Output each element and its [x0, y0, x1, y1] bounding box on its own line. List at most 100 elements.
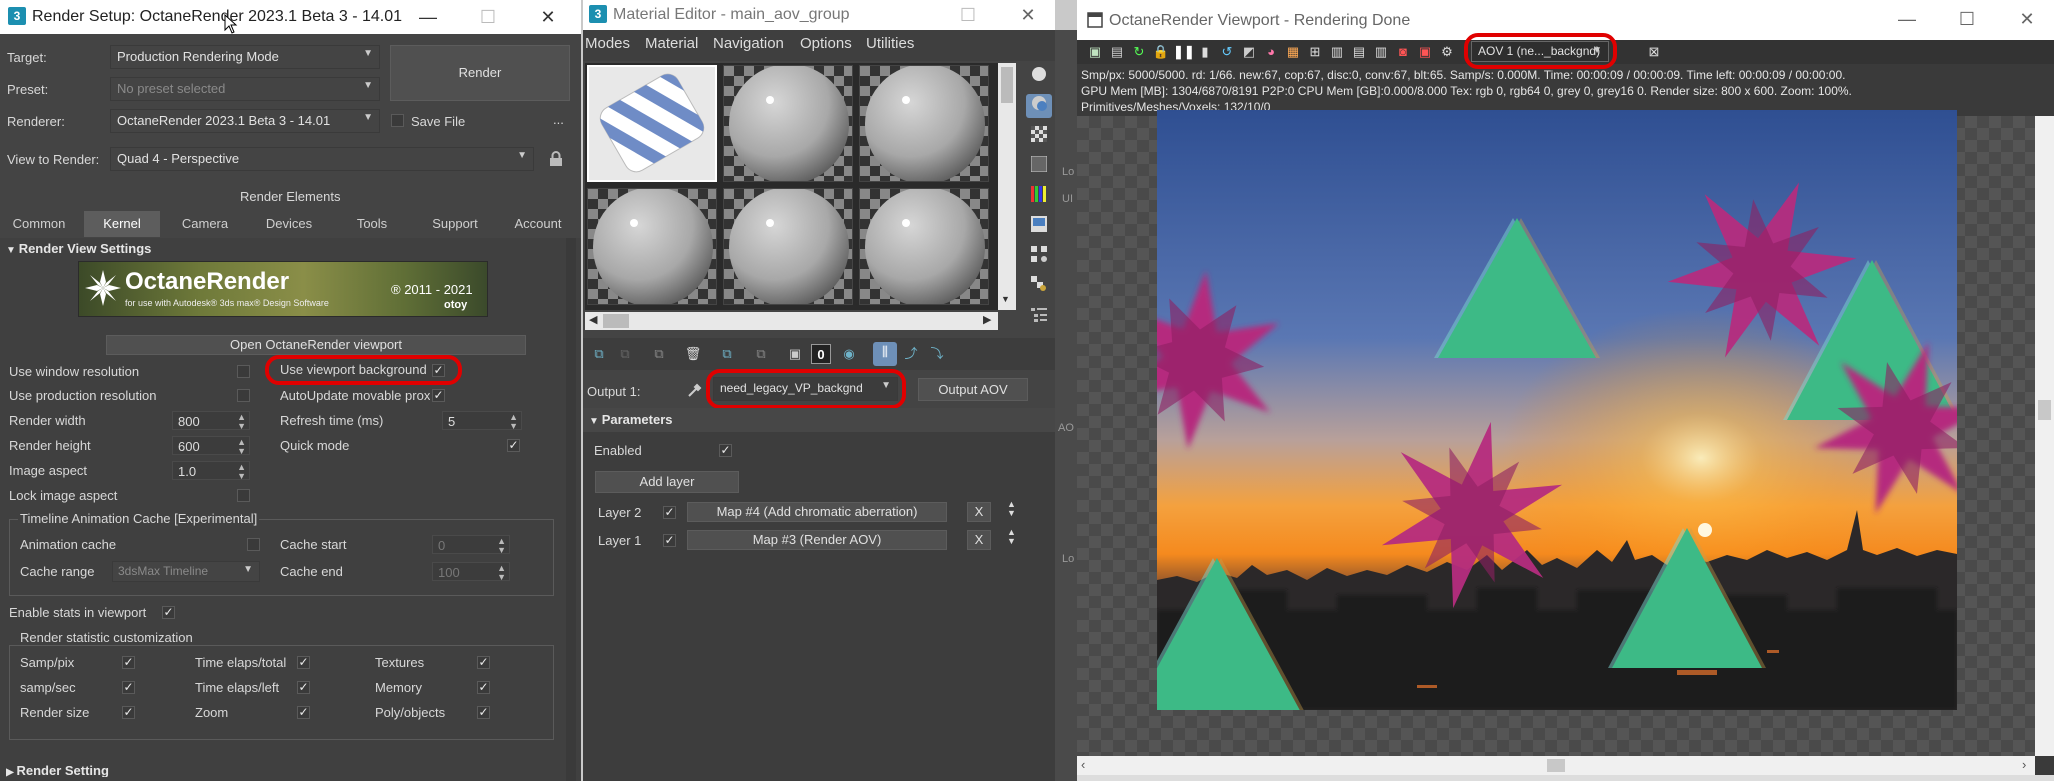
- layer-1-remove-button[interactable]: X: [967, 530, 991, 550]
- scroll-right-icon[interactable]: ▶: [983, 313, 991, 326]
- show-end-result-icon[interactable]: ⫼: [873, 342, 897, 366]
- view-to-render-dropdown[interactable]: Quad 4 - Perspective ▼: [110, 147, 534, 171]
- maximize-icon[interactable]: ☐: [468, 4, 508, 30]
- autoupdate-checkbox[interactable]: ✓: [432, 389, 445, 402]
- toggle-overlay-icon[interactable]: ⊠: [1644, 42, 1664, 62]
- make-unique-icon[interactable]: ⧉: [717, 344, 737, 364]
- add-layer-button[interactable]: Add layer: [595, 471, 739, 493]
- film-region-icon[interactable]: ▦: [1283, 42, 1303, 62]
- menu-utilities[interactable]: Utilities: [866, 35, 914, 52]
- delete-icon[interactable]: 🗑: [683, 344, 703, 364]
- quick-mode-checkbox[interactable]: ✓: [507, 439, 520, 452]
- scroll-thumb[interactable]: [1001, 67, 1013, 103]
- layer-2-checkbox[interactable]: ✓: [663, 506, 676, 519]
- viewport-vscroll-thumb[interactable]: [2038, 400, 2051, 420]
- go-forward-sibling-icon[interactable]: ⤵: [927, 344, 947, 364]
- use-window-res-checkbox[interactable]: [237, 365, 250, 378]
- layer-2-map-button[interactable]: Map #4 (Add chromatic aberration): [687, 502, 947, 522]
- save-file-checkbox[interactable]: [391, 114, 404, 127]
- tab-tools[interactable]: Tools: [334, 211, 410, 237]
- menu-navigation[interactable]: Navigation: [713, 35, 784, 52]
- make-preview-icon[interactable]: [1029, 216, 1049, 236]
- go-to-parent-icon[interactable]: ⤴: [901, 344, 921, 364]
- region-render-icon[interactable]: ◩: [1239, 42, 1259, 62]
- menu-options[interactable]: Options: [800, 35, 852, 52]
- menu-modes[interactable]: Modes: [585, 35, 630, 52]
- tab-devices[interactable]: Devices: [250, 211, 328, 237]
- close-icon[interactable]: ✕: [1008, 2, 1048, 28]
- stat-time-total-checkbox[interactable]: ✓: [297, 656, 310, 669]
- target-dropdown[interactable]: Production Rendering Mode ▼: [110, 45, 380, 69]
- refresh-icon[interactable]: ↺: [1217, 42, 1237, 62]
- viewport-hscroll-thumb[interactable]: [1547, 759, 1565, 772]
- output-aov-button[interactable]: Output AOV: [918, 378, 1028, 401]
- stat-samp-sec-checkbox[interactable]: ✓: [122, 681, 135, 694]
- use-production-res-checkbox[interactable]: [237, 389, 250, 402]
- stat-zoom-checkbox[interactable]: ✓: [297, 706, 310, 719]
- uv-tiling-icon[interactable]: [1029, 155, 1049, 176]
- scroll-right-icon[interactable]: ›: [2022, 757, 2026, 772]
- show-shaded-icon[interactable]: ◉: [839, 344, 859, 364]
- pause-render-icon[interactable]: ❚❚: [1173, 42, 1195, 62]
- camera-icon[interactable]: ▥: [1371, 42, 1391, 62]
- select-by-material-icon[interactable]: [1029, 276, 1049, 296]
- stat-memory-checkbox[interactable]: ✓: [477, 681, 490, 694]
- maximize-icon[interactable]: ☐: [1947, 6, 1987, 32]
- image-aspect-spinner[interactable]: 1.0 ▲ ▼: [172, 461, 250, 481]
- preset-dropdown[interactable]: No preset selected ▼: [110, 77, 380, 101]
- render-button[interactable]: Render: [390, 45, 570, 101]
- sample-slot-active[interactable]: [587, 65, 717, 182]
- stat-time-left-checkbox[interactable]: ✓: [297, 681, 310, 694]
- histogram-icon[interactable]: ▥: [1327, 42, 1347, 62]
- stat-render-size-checkbox[interactable]: ✓: [122, 706, 135, 719]
- cache-range-dropdown[interactable]: 3dsMax Timeline ▼: [112, 561, 260, 582]
- scroll-left-icon[interactable]: ◀: [589, 313, 597, 326]
- material-id-channel-icon[interactable]: 0: [811, 344, 831, 364]
- sample-slot[interactable]: [587, 188, 717, 305]
- tab-kernel[interactable]: Kernel: [84, 211, 160, 237]
- menu-material[interactable]: Material: [645, 35, 698, 52]
- tab-support[interactable]: Support: [416, 211, 494, 237]
- material-navigator-icon[interactable]: [1029, 306, 1049, 326]
- settings-gear-icon[interactable]: ⚙: [1437, 42, 1457, 62]
- renderer-dropdown[interactable]: OctaneRender 2023.1 Beta 3 - 14.01 ▼: [110, 109, 380, 133]
- anim-cache-checkbox[interactable]: [247, 538, 260, 551]
- backlight-icon[interactable]: [1026, 94, 1052, 118]
- eyedropper-icon[interactable]: [687, 382, 703, 398]
- render-width-spinner[interactable]: 800 ▲ ▼: [172, 411, 250, 431]
- refresh-time-spinner[interactable]: 5 ▲ ▼: [442, 411, 522, 431]
- tab-common[interactable]: Common: [0, 211, 78, 237]
- sample-slot[interactable]: [859, 65, 989, 182]
- stat-samp-pix-checkbox[interactable]: ✓: [122, 656, 135, 669]
- restart-render-icon[interactable]: ↻: [1129, 42, 1149, 62]
- layer-1-map-button[interactable]: Map #3 (Render AOV): [687, 530, 947, 550]
- more-button[interactable]: ...: [553, 112, 564, 127]
- scroll-h-thumb[interactable]: [603, 314, 629, 328]
- enabled-checkbox[interactable]: ✓: [719, 444, 732, 457]
- open-viewport-button[interactable]: Open OctaneRender viewport: [106, 335, 526, 355]
- picker-red-icon[interactable]: ◙: [1393, 42, 1413, 62]
- assign-to-selection-icon[interactable]: ⧉: [649, 344, 669, 364]
- send-selected-icon[interactable]: ▤: [1107, 42, 1127, 62]
- lock-icon[interactable]: [549, 151, 563, 167]
- material-pick-icon[interactable]: ⊞: [1305, 42, 1325, 62]
- scroll-down-icon[interactable]: ▼: [1001, 294, 1010, 304]
- stats-icon[interactable]: ▣: [1415, 42, 1435, 62]
- cache-start-spinner[interactable]: 0 ▲ ▼: [432, 535, 510, 555]
- sample-slot[interactable]: [723, 188, 853, 305]
- minimize-icon[interactable]: —: [408, 4, 448, 30]
- render-setting-header[interactable]: ▶ Render Setting: [6, 763, 109, 777]
- render-height-spinner[interactable]: 600 ▲ ▼: [172, 436, 250, 456]
- minimize-icon[interactable]: —: [1887, 6, 1927, 32]
- layer-1-checkbox[interactable]: ✓: [663, 534, 676, 547]
- layer-2-reorder-icon[interactable]: ▲ ▼: [1007, 500, 1016, 518]
- layer-2-remove-button[interactable]: X: [967, 502, 991, 522]
- lock-viewport-icon[interactable]: 🔒: [1151, 42, 1171, 62]
- viewport-vertical-scrollbar[interactable]: [2035, 116, 2054, 756]
- video-color-check-icon[interactable]: [1029, 186, 1049, 206]
- cache-end-spinner[interactable]: 100 ▲ ▼: [432, 562, 510, 582]
- tab-camera[interactable]: Camera: [166, 211, 244, 237]
- stat-textures-checkbox[interactable]: ✓: [477, 656, 490, 669]
- save-icon[interactable]: ▣: [785, 344, 805, 364]
- get-material-icon[interactable]: ⧉: [589, 344, 609, 364]
